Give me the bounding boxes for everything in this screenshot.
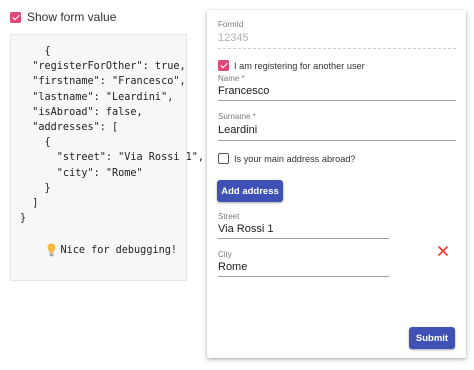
json-debug-panel: { "registerForOther": true, "firstname":…	[10, 34, 204, 281]
show-form-value-label: Show form value	[27, 10, 117, 24]
json-line: "addresses": [	[20, 122, 119, 134]
json-line: {	[20, 137, 51, 149]
lightbulb-icon	[47, 243, 56, 257]
close-icon[interactable]	[436, 244, 450, 258]
is-abroad-row[interactable]: Is your main address abroad?	[218, 153, 356, 164]
surname-label: Surname *	[218, 112, 256, 121]
register-for-other-checkbox[interactable]	[218, 60, 229, 71]
json-line: "street": "Via Rossi 1",	[20, 152, 205, 164]
is-abroad-checkbox[interactable]	[218, 153, 229, 164]
json-line: {	[20, 46, 51, 57]
street-field[interactable]: Via Rossi 1	[218, 223, 273, 235]
add-address-button[interactable]: Add address	[217, 180, 283, 202]
show-form-value-toggle[interactable]: Show form value	[10, 10, 116, 24]
surname-underline	[218, 140, 456, 141]
form-id-underline	[218, 48, 456, 49]
json-line: }	[20, 213, 27, 225]
json-line: "firstname": "Francesco",	[20, 76, 186, 88]
debug-note: Nice for debugging!	[47, 243, 177, 257]
register-for-other-label: I am registering for another user	[234, 60, 365, 71]
street-label: Street	[218, 212, 240, 221]
json-line: "isAbroad": false,	[20, 106, 143, 118]
json-line: "city": "Rome"	[20, 167, 143, 179]
show-form-value-checkbox[interactable]	[10, 11, 21, 23]
city-field[interactable]: Rome	[218, 261, 247, 273]
json-line: "registerForOther": true,	[20, 61, 186, 73]
json-code: { "registerForOther": true, "firstname":…	[20, 44, 204, 226]
form-id-field: 12345	[218, 32, 249, 44]
json-line: "lastname": "Leardini",	[20, 91, 174, 103]
submit-button[interactable]: Submit	[409, 327, 455, 349]
register-for-other-row[interactable]: I am registering for another user	[218, 60, 365, 71]
city-underline	[218, 276, 389, 277]
is-abroad-label: Is your main address abroad?	[234, 153, 356, 164]
form-id-label: FormId	[218, 20, 244, 29]
name-underline	[218, 100, 456, 101]
street-underline	[218, 238, 389, 239]
debug-note-text: Nice for debugging!	[60, 244, 177, 256]
json-line: ]	[20, 198, 39, 210]
form-card: FormId 12345 I am registering for anothe…	[207, 10, 466, 358]
name-field[interactable]: Francesco	[218, 85, 269, 97]
name-label: Name *	[218, 74, 245, 83]
json-line: }	[20, 182, 51, 194]
surname-field[interactable]: Leardini	[218, 124, 257, 136]
city-label: City	[218, 250, 232, 259]
